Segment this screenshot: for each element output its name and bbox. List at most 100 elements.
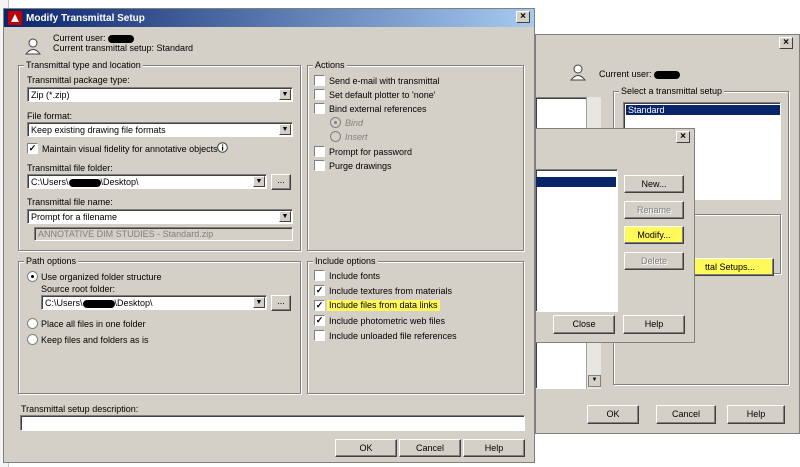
folder-label: Transmittal file folder: <box>27 163 113 173</box>
chevron-down-icon[interactable]: ▼ <box>279 124 291 135</box>
close-icon[interactable]: × <box>676 131 690 143</box>
include-options-group: Include options Include fonts ✓ Include … <box>307 256 524 394</box>
actions-title: Actions <box>313 60 347 70</box>
include-textures-checkbox[interactable]: ✓ <box>314 285 325 296</box>
chevron-down-icon[interactable]: ▼ <box>279 211 291 222</box>
close-icon[interactable]: × <box>779 37 793 49</box>
ok-button[interactable]: OK <box>587 405 639 424</box>
chevron-down-icon[interactable]: ▼ <box>279 89 291 100</box>
current-user-label: Current user: <box>53 33 135 43</box>
source-root-value: C:\Users\ \Desktop\ <box>45 298 153 308</box>
type-location-group: Transmittal type and location Transmitta… <box>18 60 301 251</box>
main-titlebar: Modify Transmittal Setup × <box>4 9 534 27</box>
select-setup-title: Select a transmittal setup <box>619 86 725 96</box>
redacted-username <box>654 70 681 79</box>
setups-list[interactable] <box>536 169 618 312</box>
include-photometric-checkbox[interactable]: ✓ <box>314 315 325 326</box>
cancel-button[interactable]: Cancel <box>656 405 716 424</box>
transmittal-setups-dialog: × New... Rename Modify... Delete Close H… <box>535 128 695 343</box>
include-textures-label: Include textures from materials <box>329 286 453 296</box>
include-fonts-checkbox[interactable] <box>314 270 325 281</box>
keep-as-is-label: Keep files and folders as is <box>41 335 149 345</box>
source-root-label: Source root folder: <box>41 284 116 294</box>
modify-button[interactable]: Modify... <box>624 226 684 244</box>
transmittal-setups-button[interactable]: ttal Setups... <box>686 258 774 276</box>
insert-label: Insert <box>345 132 368 142</box>
use-organized-label: Use organized folder structure <box>41 272 162 282</box>
list-item[interactable] <box>536 177 616 187</box>
file-name-preview-value: ANNOTATIVE DIM STUDIES - Standard.zip <box>38 229 214 239</box>
folder-browse-button[interactable]: ... <box>271 174 291 190</box>
current-user-label: Current user: <box>599 69 681 79</box>
include-unloaded-label: Include unloaded file references <box>329 331 457 341</box>
package-type-label: Transmittal package type: <box>27 75 130 85</box>
chevron-down-icon[interactable]: ▼ <box>253 297 265 308</box>
source-root-select[interactable]: C:\Users\ \Desktop\ ▼ <box>41 295 267 310</box>
folder-select[interactable]: C:\Users\ \Desktop\ ▼ <box>27 174 267 189</box>
file-name-label: Transmittal file name: <box>27 197 113 207</box>
prompt-password-label: Prompt for password <box>329 147 413 157</box>
help-button[interactable]: Help <box>463 439 525 457</box>
scroll-down-icon[interactable]: ▼ <box>588 375 601 387</box>
purge-checkbox[interactable] <box>314 160 325 171</box>
description-input[interactable] <box>20 415 525 431</box>
include-data-links-label: Include files from data links <box>327 300 440 311</box>
setups-titlebar: × <box>536 129 694 147</box>
file-name-value: Prompt for a filename <box>31 212 118 222</box>
file-format-value: Keep existing drawing file formats <box>31 125 166 135</box>
include-unloaded-checkbox[interactable] <box>314 330 325 341</box>
redacted-username <box>82 299 115 308</box>
delete-button[interactable]: Delete <box>624 252 684 270</box>
prompt-password-checkbox[interactable] <box>314 146 325 157</box>
purge-label: Purge drawings <box>329 161 392 171</box>
file-name-preview: ANNOTATIVE DIM STUDIES - Standard.zip <box>34 227 293 241</box>
close-button[interactable]: Close <box>553 315 615 334</box>
file-format-label: File format: <box>27 111 73 121</box>
insert-radio[interactable] <box>330 131 341 142</box>
bind-radio[interactable] <box>330 117 341 128</box>
path-options-title: Path options <box>24 256 79 266</box>
cancel-button[interactable]: Cancel <box>399 439 461 457</box>
keep-as-is-radio[interactable] <box>27 334 38 345</box>
maintain-fidelity-label: Maintain visual fidelity for annotative … <box>42 144 218 154</box>
folder-value: C:\Users\ \Desktop\ <box>31 177 139 187</box>
package-type-select[interactable]: Zip (*.zip) ▼ <box>27 87 293 102</box>
maintain-fidelity-checkbox[interactable]: ✓ <box>27 143 38 154</box>
include-options-title: Include options <box>313 256 378 266</box>
bind-xrefs-label: Bind external references <box>329 104 427 114</box>
place-all-radio[interactable] <box>27 318 38 329</box>
path-options-group: Path options Use organized folder struct… <box>18 256 301 394</box>
dialog-title: Modify Transmittal Setup <box>26 13 145 24</box>
file-format-select[interactable]: Keep existing drawing file formats ▼ <box>27 122 293 137</box>
user-icon <box>569 64 587 81</box>
place-all-label: Place all files in one folder <box>41 319 146 329</box>
actions-group: Actions Send e-mail with transmittal Set… <box>307 60 524 251</box>
user-icon <box>24 38 42 55</box>
type-location-title: Transmittal type and location <box>24 60 143 70</box>
help-button[interactable]: Help <box>727 405 785 424</box>
info-icon[interactable] <box>217 142 228 153</box>
transmittal-titlebar: × <box>536 35 799 53</box>
close-icon[interactable]: × <box>516 11 530 23</box>
include-data-links-checkbox[interactable]: ✓ <box>314 300 325 311</box>
rename-button[interactable]: Rename <box>624 201 684 219</box>
set-plotter-checkbox[interactable] <box>314 89 325 100</box>
redacted-username <box>108 34 135 43</box>
list-item[interactable]: Standard <box>626 105 780 115</box>
description-label: Transmittal setup description: <box>21 404 139 414</box>
bind-xrefs-checkbox[interactable] <box>314 103 325 114</box>
use-organized-radio[interactable] <box>27 271 38 282</box>
new-button[interactable]: New... <box>624 175 684 193</box>
autocad-app-icon <box>8 11 22 25</box>
send-email-checkbox[interactable] <box>314 75 325 86</box>
redacted-username <box>68 178 101 187</box>
file-name-select[interactable]: Prompt for a filename ▼ <box>27 209 293 224</box>
ok-button[interactable]: OK <box>335 439 397 457</box>
current-setup-label: Current transmittal setup: Standard <box>53 43 194 53</box>
package-type-value: Zip (*.zip) <box>31 90 70 100</box>
chevron-down-icon[interactable]: ▼ <box>253 176 265 187</box>
include-photometric-label: Include photometric web files <box>329 316 446 326</box>
bind-label: Bind <box>345 118 364 128</box>
help-button[interactable]: Help <box>623 315 685 334</box>
source-root-browse-button[interactable]: ... <box>271 295 291 311</box>
